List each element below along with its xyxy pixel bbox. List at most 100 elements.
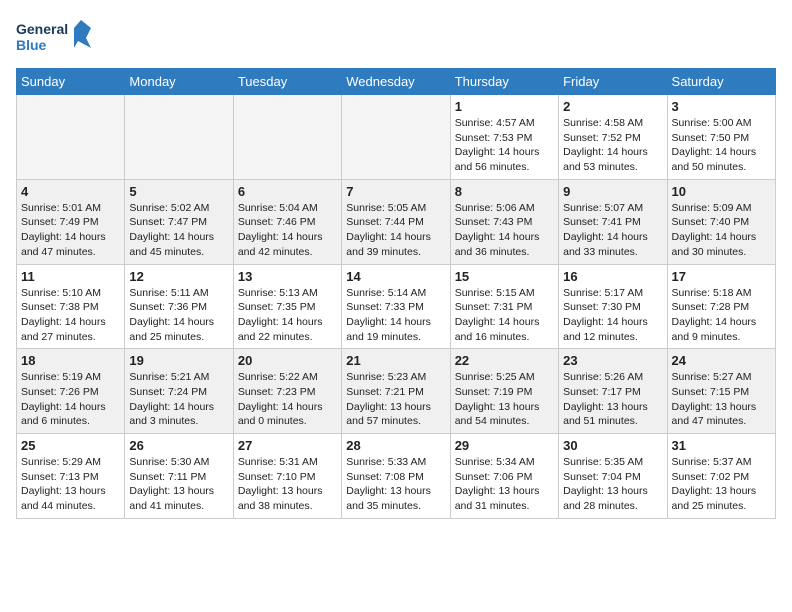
calendar-day-cell: 14Sunrise: 5:14 AM Sunset: 7:33 PM Dayli… <box>342 264 450 349</box>
day-number: 26 <box>129 438 228 453</box>
day-number: 11 <box>21 269 120 284</box>
calendar-day-cell: 18 Sunrise: 5:19 AM Sunset: 7:26 PM Dayli… <box>17 349 125 434</box>
logo: General Blue <box>16 16 96 60</box>
day-info: Sunrise: 5:15 AM Sunset: 7:31 PM Dayligh… <box>455 286 554 345</box>
calendar-day-cell: 20Sunrise: 5:22 AM Sunset: 7:23 PM Dayli… <box>233 349 341 434</box>
day-info: Sunrise: 5:14 AM Sunset: 7:33 PM Dayligh… <box>346 286 445 345</box>
day-header-saturday: Saturday <box>667 69 775 95</box>
calendar-day-cell: 27 Sunrise: 5:31 AM Sunset: 7:10 PM Dayli… <box>233 434 341 519</box>
day-number: 10 <box>672 184 771 199</box>
calendar-day-cell: 7 Sunrise: 5:05 AM Sunset: 7:44 PM Daylig… <box>342 179 450 264</box>
calendar-day-cell: 11 Sunrise: 5:10 AM Sunset: 7:38 PM Dayli… <box>17 264 125 349</box>
day-number: 28 <box>346 438 445 453</box>
day-header-tuesday: Tuesday <box>233 69 341 95</box>
calendar-day-cell: 4Sunrise: 5:01 AM Sunset: 7:49 PM Daylig… <box>17 179 125 264</box>
calendar-day-cell: 19Sunrise: 5:21 AM Sunset: 7:24 PM Dayli… <box>125 349 233 434</box>
day-number: 31 <box>672 438 771 453</box>
calendar-week-row: 25 Sunrise: 5:29 AM Sunset: 7:13 PM Dayli… <box>17 434 776 519</box>
calendar-week-row: 1 Sunrise: 4:57 AM Sunset: 7:53 PM Daylig… <box>17 95 776 180</box>
day-header-sunday: Sunday <box>17 69 125 95</box>
day-info: Sunrise: 5:33 AM Sunset: 7:08 PM Dayligh… <box>346 455 445 514</box>
calendar-empty-cell <box>17 95 125 180</box>
calendar-day-cell: 16 Sunrise: 5:17 AM Sunset: 7:30 PM Dayli… <box>559 264 667 349</box>
day-number: 4 <box>21 184 120 199</box>
day-number: 27 <box>238 438 337 453</box>
day-number: 8 <box>455 184 554 199</box>
calendar-week-row: 4Sunrise: 5:01 AM Sunset: 7:49 PM Daylig… <box>17 179 776 264</box>
day-info: Sunrise: 5:21 AM Sunset: 7:24 PM Dayligh… <box>129 370 228 429</box>
calendar-day-cell: 22 Sunrise: 5:25 AM Sunset: 7:19 PM Dayli… <box>450 349 558 434</box>
calendar-day-cell: 3 Sunrise: 5:00 AM Sunset: 7:50 PM Daylig… <box>667 95 775 180</box>
calendar-day-cell: 10 Sunrise: 5:09 AM Sunset: 7:40 PM Dayli… <box>667 179 775 264</box>
day-number: 29 <box>455 438 554 453</box>
calendar-day-cell: 2 Sunrise: 4:58 AM Sunset: 7:52 PM Daylig… <box>559 95 667 180</box>
calendar-day-cell: 5 Sunrise: 5:02 AM Sunset: 7:47 PM Daylig… <box>125 179 233 264</box>
calendar-day-cell: 31 Sunrise: 5:37 AM Sunset: 7:02 PM Dayli… <box>667 434 775 519</box>
svg-text:General: General <box>16 21 68 37</box>
calendar-day-cell: 21Sunrise: 5:23 AM Sunset: 7:21 PM Dayli… <box>342 349 450 434</box>
day-info: Sunrise: 5:10 AM Sunset: 7:38 PM Dayligh… <box>21 286 120 345</box>
calendar-day-cell: 17Sunrise: 5:18 AM Sunset: 7:28 PM Dayli… <box>667 264 775 349</box>
day-info: Sunrise: 5:34 AM Sunset: 7:06 PM Dayligh… <box>455 455 554 514</box>
calendar-day-cell: 26 Sunrise: 5:30 AM Sunset: 7:11 PM Dayli… <box>125 434 233 519</box>
calendar-header-row: SundayMondayTuesdayWednesdayThursdayFrid… <box>17 69 776 95</box>
day-info: Sunrise: 5:35 AM Sunset: 7:04 PM Dayligh… <box>563 455 662 514</box>
day-info: Sunrise: 5:23 AM Sunset: 7:21 PM Dayligh… <box>346 370 445 429</box>
calendar-day-cell: 1 Sunrise: 4:57 AM Sunset: 7:53 PM Daylig… <box>450 95 558 180</box>
day-info: Sunrise: 5:04 AM Sunset: 7:46 PM Dayligh… <box>238 201 337 260</box>
day-number: 5 <box>129 184 228 199</box>
calendar-empty-cell <box>125 95 233 180</box>
day-number: 18 <box>21 353 120 368</box>
day-info: Sunrise: 4:58 AM Sunset: 7:52 PM Dayligh… <box>563 116 662 175</box>
calendar-day-cell: 23Sunrise: 5:26 AM Sunset: 7:17 PM Dayli… <box>559 349 667 434</box>
day-info: Sunrise: 5:31 AM Sunset: 7:10 PM Dayligh… <box>238 455 337 514</box>
calendar-day-cell: 30Sunrise: 5:35 AM Sunset: 7:04 PM Dayli… <box>559 434 667 519</box>
calendar: SundayMondayTuesdayWednesdayThursdayFrid… <box>16 68 776 519</box>
day-number: 22 <box>455 353 554 368</box>
day-number: 7 <box>346 184 445 199</box>
day-info: Sunrise: 5:11 AM Sunset: 7:36 PM Dayligh… <box>129 286 228 345</box>
day-number: 1 <box>455 99 554 114</box>
day-info: Sunrise: 5:06 AM Sunset: 7:43 PM Dayligh… <box>455 201 554 260</box>
day-header-monday: Monday <box>125 69 233 95</box>
day-info: Sunrise: 5:26 AM Sunset: 7:17 PM Dayligh… <box>563 370 662 429</box>
day-info: Sunrise: 5:00 AM Sunset: 7:50 PM Dayligh… <box>672 116 771 175</box>
day-info: Sunrise: 5:05 AM Sunset: 7:44 PM Dayligh… <box>346 201 445 260</box>
day-number: 24 <box>672 353 771 368</box>
day-info: Sunrise: 5:07 AM Sunset: 7:41 PM Dayligh… <box>563 201 662 260</box>
day-info: Sunrise: 5:29 AM Sunset: 7:13 PM Dayligh… <box>21 455 120 514</box>
day-info: Sunrise: 5:13 AM Sunset: 7:35 PM Dayligh… <box>238 286 337 345</box>
calendar-day-cell: 9Sunrise: 5:07 AM Sunset: 7:41 PM Daylig… <box>559 179 667 264</box>
calendar-day-cell: 13 Sunrise: 5:13 AM Sunset: 7:35 PM Dayli… <box>233 264 341 349</box>
day-header-friday: Friday <box>559 69 667 95</box>
calendar-empty-cell <box>342 95 450 180</box>
day-info: Sunrise: 5:30 AM Sunset: 7:11 PM Dayligh… <box>129 455 228 514</box>
day-info: Sunrise: 5:09 AM Sunset: 7:40 PM Dayligh… <box>672 201 771 260</box>
day-header-wednesday: Wednesday <box>342 69 450 95</box>
day-number: 16 <box>563 269 662 284</box>
day-header-thursday: Thursday <box>450 69 558 95</box>
day-info: Sunrise: 5:27 AM Sunset: 7:15 PM Dayligh… <box>672 370 771 429</box>
calendar-day-cell: 12Sunrise: 5:11 AM Sunset: 7:36 PM Dayli… <box>125 264 233 349</box>
calendar-day-cell: 25 Sunrise: 5:29 AM Sunset: 7:13 PM Dayli… <box>17 434 125 519</box>
day-info: Sunrise: 5:02 AM Sunset: 7:47 PM Dayligh… <box>129 201 228 260</box>
calendar-day-cell: 8 Sunrise: 5:06 AM Sunset: 7:43 PM Daylig… <box>450 179 558 264</box>
day-number: 2 <box>563 99 662 114</box>
day-number: 13 <box>238 269 337 284</box>
calendar-day-cell: 6Sunrise: 5:04 AM Sunset: 7:46 PM Daylig… <box>233 179 341 264</box>
day-number: 25 <box>21 438 120 453</box>
day-number: 17 <box>672 269 771 284</box>
page-header: General Blue <box>16 16 776 60</box>
day-info: Sunrise: 5:37 AM Sunset: 7:02 PM Dayligh… <box>672 455 771 514</box>
day-info: Sunrise: 4:57 AM Sunset: 7:53 PM Dayligh… <box>455 116 554 175</box>
day-number: 20 <box>238 353 337 368</box>
calendar-day-cell: 28 Sunrise: 5:33 AM Sunset: 7:08 PM Dayli… <box>342 434 450 519</box>
calendar-day-cell: 29 Sunrise: 5:34 AM Sunset: 7:06 PM Dayli… <box>450 434 558 519</box>
logo-icon: General Blue <box>16 16 96 60</box>
day-info: Sunrise: 5:25 AM Sunset: 7:19 PM Dayligh… <box>455 370 554 429</box>
calendar-day-cell: 15Sunrise: 5:15 AM Sunset: 7:31 PM Dayli… <box>450 264 558 349</box>
day-info: Sunrise: 5:19 AM Sunset: 7:26 PM Dayligh… <box>21 370 120 429</box>
day-number: 3 <box>672 99 771 114</box>
day-info: Sunrise: 5:17 AM Sunset: 7:30 PM Dayligh… <box>563 286 662 345</box>
calendar-day-cell: 24 Sunrise: 5:27 AM Sunset: 7:15 PM Dayli… <box>667 349 775 434</box>
